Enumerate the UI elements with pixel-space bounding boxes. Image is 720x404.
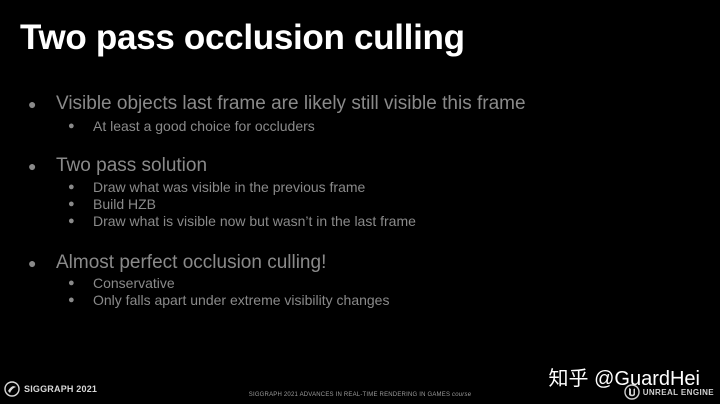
bullet-dot-icon: ● [28, 96, 37, 112]
sub-bullet-text: Only falls apart under extreme visibilit… [93, 292, 390, 308]
bullet-text: Two pass solution [56, 155, 208, 176]
sub-bullet-dot-icon: ● [68, 294, 75, 306]
sub-bullet-text: Draw what was visible in the previous fr… [93, 179, 366, 195]
sub-bullet-text: Conservative [93, 275, 175, 291]
unreal-engine-icon [624, 384, 640, 400]
slide-title: Two pass occlusion culling [20, 18, 465, 57]
bullet-text: Almost perfect occlusion culling! [56, 252, 327, 273]
sub-bullet-text: At least a good choice for occluders [93, 118, 315, 134]
sub-bullet-dot-icon: ● [68, 277, 75, 289]
bullet-dot-icon: ● [28, 158, 37, 174]
unreal-engine-logo: UNREAL ENGINE [624, 384, 714, 400]
unreal-engine-logo-text: UNREAL ENGINE [642, 387, 714, 397]
sub-bullet-dot-icon: ● [68, 198, 75, 210]
footer-caption-text: SIGGRAPH 2021 ADVANCES IN REAL-TIME REND… [248, 392, 451, 398]
sub-bullet-text: Draw what is visible now but wasn’t in t… [93, 213, 416, 229]
sub-bullet-text: Build HZB [93, 196, 157, 212]
sub-bullet-dot-icon: ● [68, 181, 75, 193]
footer-caption: SIGGRAPH 2021 ADVANCES IN REAL-TIME REND… [0, 392, 720, 398]
bullet-dot-icon: ● [28, 255, 37, 271]
sub-bullet-dot-icon: ● [68, 215, 75, 227]
sub-bullet-dot-icon: ● [68, 120, 75, 132]
footer-caption-course: course [452, 392, 472, 398]
bullet-text: Visible objects last frame are likely st… [56, 93, 526, 114]
